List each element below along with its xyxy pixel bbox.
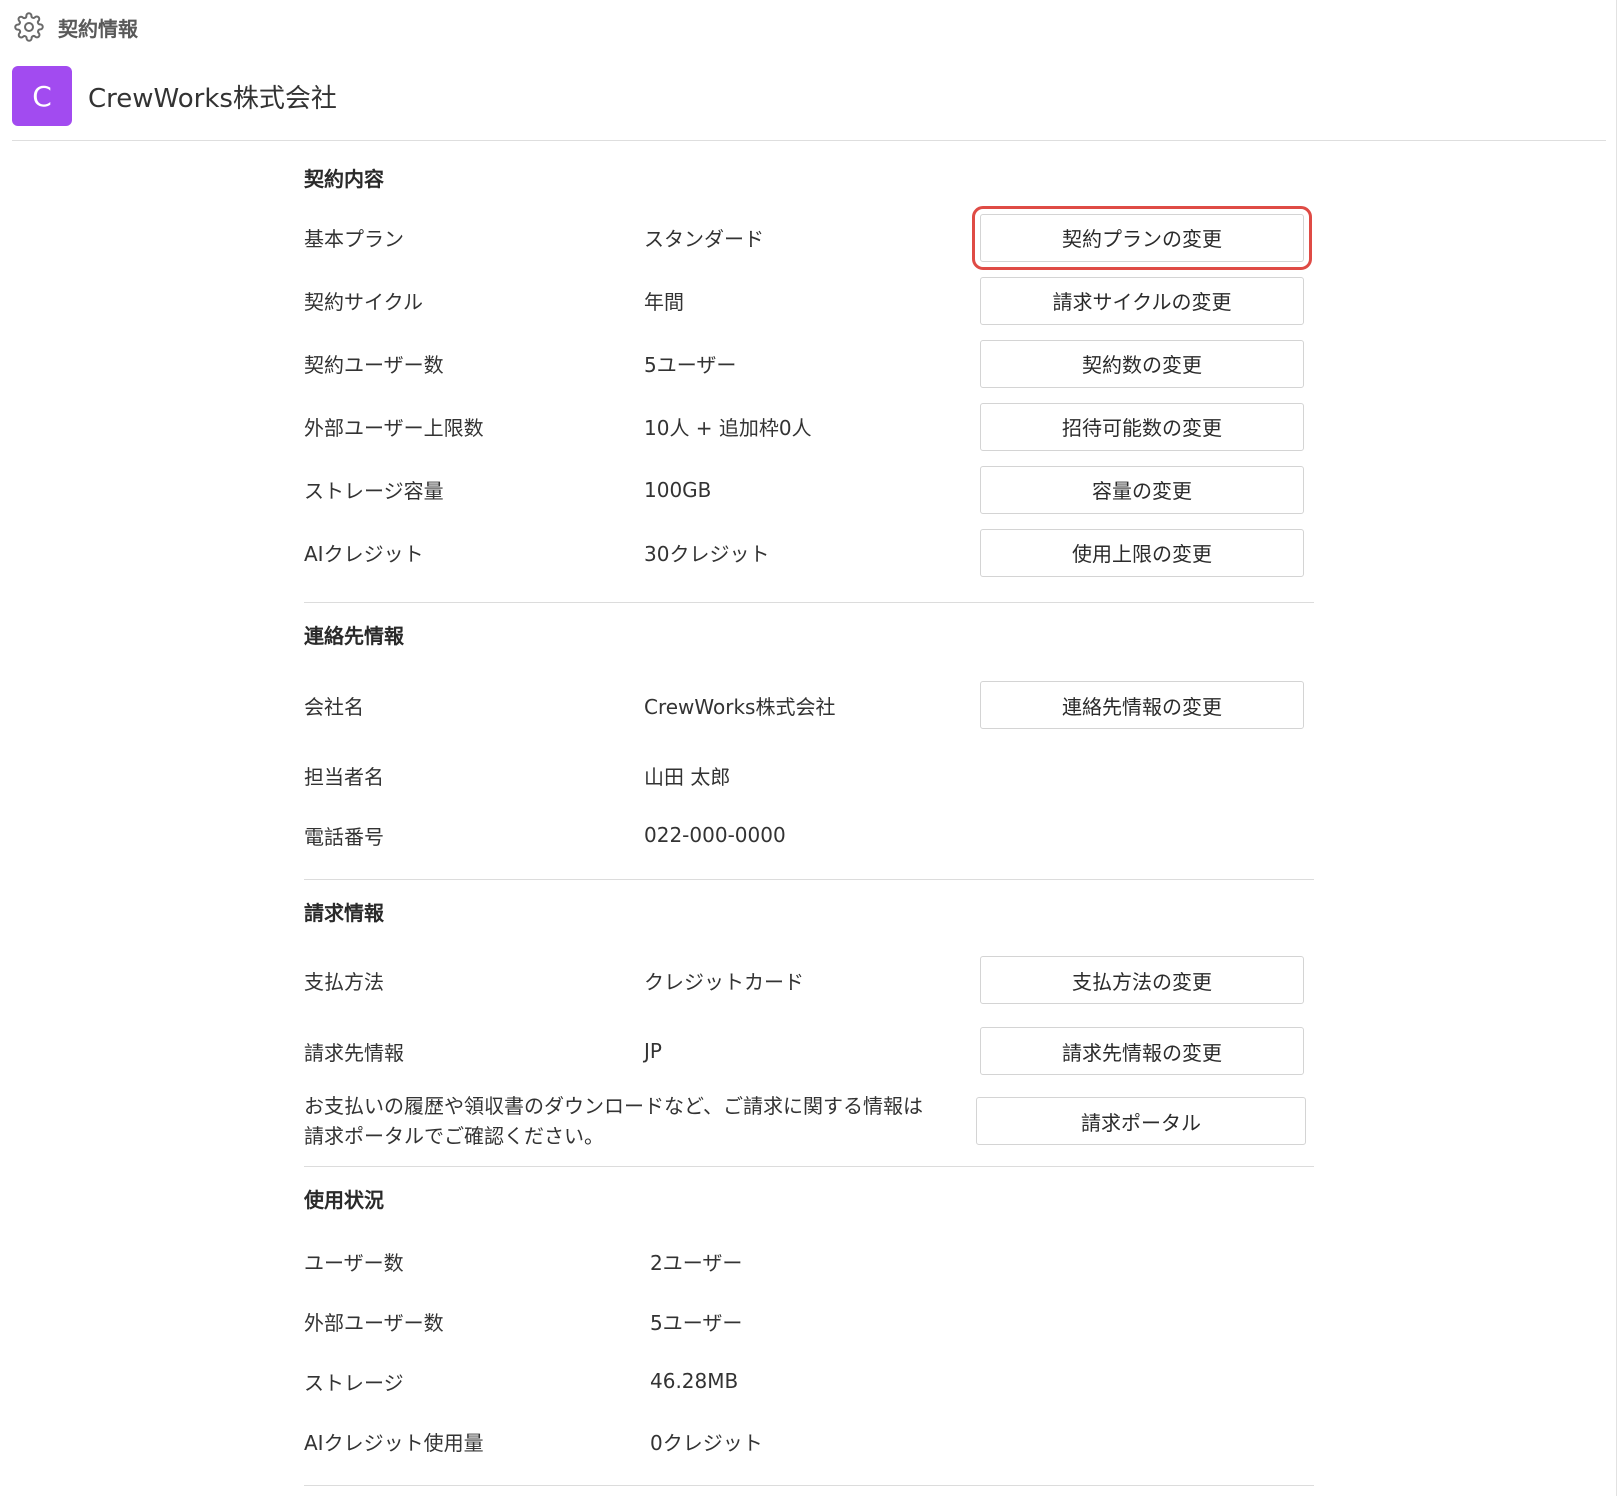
row-label: 基本プラン (304, 227, 404, 251)
row-label: 契約ユーザー数 (304, 353, 444, 377)
contract-row-storage: ストレージ容量 100GB 容量の変更 (304, 458, 1314, 521)
row-label: 電話番号 (304, 824, 384, 849)
billing-portal-note-line-1: お支払いの履歴や領収書のダウンロードなど、ご請求に関する情報は (304, 1094, 923, 1118)
change-storage-button[interactable]: 容量の変更 (980, 465, 1304, 514)
header-divider (12, 140, 1606, 141)
billing-row-bill-to: 請求先情報 JP 請求先情報の変更 (304, 1016, 1314, 1086)
contract-row-external-users: 外部ユーザー上限数 10人 + 追加枠0人 招待可能数の変更 (304, 395, 1314, 458)
row-value: 30クレジット (644, 542, 770, 566)
change-billing-cycle-button[interactable]: 請求サイクルの変更 (980, 276, 1304, 325)
contract-row-cycle: 契約サイクル 年間 請求サイクルの変更 (304, 269, 1314, 332)
contact-section: 連絡先情報 会社名 CrewWorks株式会社 連絡先情報の変更 担当者名 山田… (304, 603, 1314, 880)
row-label: 支払方法 (304, 969, 384, 994)
usage-row-external-users: 外部ユーザー数 5ユーザー (304, 1291, 1314, 1351)
contract-row-ai-credit: AIクレジット 30クレジット 使用上限の変更 (304, 521, 1314, 584)
organization-header: C CrewWorks株式会社 (12, 66, 337, 126)
row-label: ストレージ容量 (304, 479, 444, 503)
row-label: AIクレジット使用量 (304, 1430, 484, 1455)
row-value: 年間 (644, 290, 684, 314)
row-value: CrewWorks株式会社 (644, 694, 836, 719)
section-title-usage: 使用状況 (304, 1188, 384, 1212)
row-label: 担当者名 (304, 764, 384, 789)
usage-row-storage: ストレージ 46.28MB (304, 1351, 1314, 1411)
change-payment-method-button[interactable]: 支払方法の変更 (980, 956, 1304, 1004)
contact-row-company: 会社名 CrewWorks株式会社 連絡先情報の変更 (304, 667, 1314, 743)
organization-avatar[interactable]: C (12, 66, 72, 126)
row-value: 100GB (644, 477, 712, 502)
contact-row-phone: 電話番号 022-000-0000 (304, 807, 1314, 863)
row-label: 契約サイクル (304, 290, 423, 314)
usage-row-ai-credit: AIクレジット使用量 0クレジット (304, 1411, 1314, 1471)
row-label: 外部ユーザー数 (304, 1310, 444, 1335)
row-label: ユーザー数 (304, 1250, 404, 1275)
change-user-count-button[interactable]: 契約数の変更 (980, 339, 1304, 388)
row-value: 10人 + 追加枠0人 (644, 416, 812, 440)
gear-icon (14, 12, 44, 42)
billing-portal-button[interactable]: 請求ポータル (976, 1097, 1306, 1145)
breadcrumb-label: 契約情報 (58, 16, 138, 41)
row-value: JP (644, 1039, 662, 1063)
change-invite-limit-button[interactable]: 招待可能数の変更 (980, 402, 1304, 451)
organization-name: CrewWorks株式会社 (88, 83, 337, 114)
row-value: 022-000-0000 (644, 823, 786, 847)
section-title-contact: 連絡先情報 (304, 624, 404, 648)
usage-section: 使用状況 ユーザー数 2ユーザー 外部ユーザー数 5ユーザー ストレージ 46.… (304, 1167, 1314, 1486)
row-label: 会社名 (304, 694, 364, 719)
row-value: 5ユーザー (644, 353, 737, 377)
row-value: 0クレジット (650, 1430, 763, 1455)
change-contact-info-button[interactable]: 連絡先情報の変更 (980, 681, 1304, 729)
contract-info-content: 契約内容 基本プラン スタンダード 契約プランの変更 契約サイクル 年間 請求サ… (304, 150, 1314, 1486)
contract-row-plan: 基本プラン スタンダード 契約プランの変更 (304, 205, 1314, 270)
row-value: 山田 太郎 (644, 764, 731, 789)
billing-row-payment-method: 支払方法 クレジットカード 支払方法の変更 (304, 944, 1314, 1016)
row-value: 46.28MB (650, 1369, 739, 1393)
contract-row-users: 契約ユーザー数 5ユーザー 契約数の変更 (304, 332, 1314, 395)
row-value: 2ユーザー (650, 1250, 743, 1275)
contract-section: 契約内容 基本プラン スタンダード 契約プランの変更 契約サイクル 年間 請求サ… (304, 150, 1314, 603)
row-label: AIクレジット (304, 542, 424, 566)
row-value: クレジットカード (644, 969, 804, 994)
change-usage-limit-button[interactable]: 使用上限の変更 (980, 528, 1304, 577)
row-label: 外部ユーザー上限数 (304, 416, 484, 440)
section-title-contract: 契約内容 (304, 167, 384, 191)
billing-portal-note-line-2: 請求ポータルでご確認ください。 (304, 1124, 604, 1148)
row-label: ストレージ (304, 1370, 404, 1395)
row-label: 請求先情報 (304, 1040, 404, 1065)
billing-section: 請求情報 支払方法 クレジットカード 支払方法の変更 請求先情報 JP 請求先情… (304, 880, 1314, 1167)
billing-row-portal: お支払いの履歴や領収書のダウンロードなど、ご請求に関する情報は 請求ポータルでご… (304, 1086, 1314, 1156)
section-title-billing: 請求情報 (304, 901, 384, 925)
billing-portal-note: お支払いの履歴や領収書のダウンロードなど、ご請求に関する情報は 請求ポータルでご… (304, 1091, 980, 1151)
change-bill-to-button[interactable]: 請求先情報の変更 (980, 1027, 1304, 1075)
change-plan-button[interactable]: 契約プランの変更 (972, 205, 1312, 270)
row-value: スタンダード (644, 227, 764, 251)
contact-row-person: 担当者名 山田 太郎 (304, 743, 1314, 807)
row-value: 5ユーザー (650, 1310, 743, 1335)
breadcrumb: 契約情報 (14, 12, 138, 42)
usage-row-users: ユーザー数 2ユーザー (304, 1231, 1314, 1291)
right-edge-divider (1616, 0, 1617, 1496)
